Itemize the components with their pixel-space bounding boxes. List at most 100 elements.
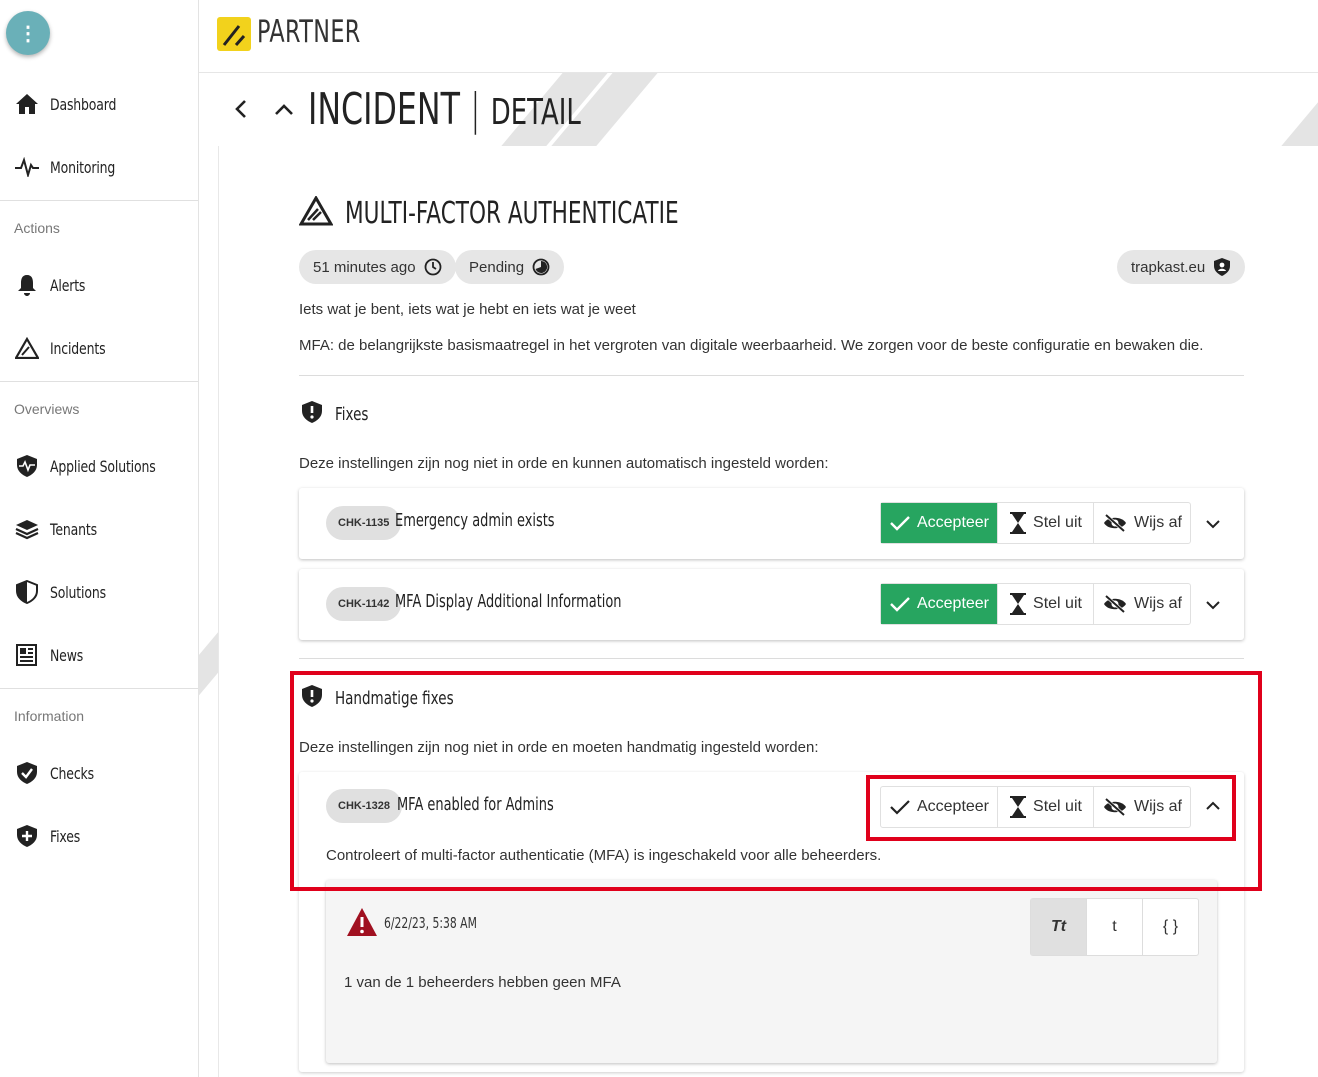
sidebar-item-alerts[interactable]: Alerts	[0, 265, 198, 305]
back-button[interactable]	[230, 94, 252, 124]
view-mode-json[interactable]: { }	[1143, 899, 1198, 955]
incident-description: MFA: de belangrijkste basismaatregel in …	[299, 337, 1204, 354]
page-title-main: INCIDENT	[308, 84, 460, 135]
warning-icon	[346, 907, 378, 942]
reject-button[interactable]: Wijs af	[1094, 584, 1190, 624]
clock-icon	[424, 258, 442, 276]
eye-off-icon	[1102, 513, 1128, 533]
divider	[299, 658, 1244, 659]
section-label-actions: Actions	[14, 220, 60, 236]
check-code-chip: CHK-1142	[326, 587, 402, 621]
layers-icon	[14, 516, 40, 542]
hourglass-icon	[1009, 593, 1027, 615]
expand-chevron[interactable]	[1203, 596, 1223, 616]
fix-title: MFA Display Additional Information	[395, 591, 622, 612]
page-title-separator: |	[470, 84, 481, 135]
time-chip-label: 51 minutes ago	[313, 258, 416, 276]
sidebar-item-label: Incidents	[50, 338, 106, 358]
sidebar-item-label: Solutions	[50, 582, 106, 602]
sidebar-item-dashboard[interactable]: Dashboard	[0, 84, 198, 124]
fixes-title: Fixes	[335, 404, 369, 425]
accept-button[interactable]: Accepteer	[881, 503, 998, 543]
status-chip: Pending	[455, 250, 565, 284]
shield-check-icon	[14, 760, 40, 786]
chevron-down-icon	[1205, 597, 1221, 615]
incident-icon	[14, 335, 40, 361]
fix-action-group: Accepteer Stel uit Wijs af	[880, 583, 1191, 625]
sidebar-item-monitoring[interactable]: Monitoring	[0, 147, 198, 187]
bell-icon	[14, 272, 40, 298]
hourglass-icon	[1009, 512, 1027, 534]
menu-button[interactable]: ⋮	[6, 11, 50, 55]
shield-pulse-icon	[14, 453, 40, 479]
expand-chevron[interactable]	[1203, 515, 1223, 535]
sidebar-divider	[0, 200, 198, 201]
collapse-up-button[interactable]	[272, 96, 296, 124]
page-title: INCIDENT | DETAIL	[308, 84, 581, 135]
sidebar-item-label: Monitoring	[50, 157, 116, 177]
postpone-label: Stel uit	[1033, 595, 1082, 612]
partner-logo-icon	[217, 17, 251, 51]
page-title-sub: DETAIL	[490, 92, 581, 133]
sidebar-item-solutions[interactable]: Solutions	[0, 572, 198, 612]
sidebar-item-label: Checks	[50, 763, 94, 783]
sidebar-item-label: Dashboard	[50, 94, 117, 114]
sidebar-divider	[0, 381, 198, 382]
view-mode-text-plain[interactable]: t	[1087, 899, 1143, 955]
status-chip-label: Pending	[469, 258, 525, 276]
fix-action-group: Accepteer Stel uit Wijs af	[880, 502, 1191, 544]
view-mode-toggle: Tt t { }	[1030, 898, 1199, 956]
shield-plus-icon	[14, 823, 40, 849]
check-icon	[889, 595, 911, 613]
divider	[299, 375, 1244, 376]
shield-user-icon	[1213, 257, 1231, 277]
sidebar-item-label: News	[50, 645, 84, 665]
fixes-section-header: Fixes	[301, 400, 380, 429]
accept-button[interactable]: Accepteer	[881, 584, 998, 624]
tenant-chip-label: trapkast.eu	[1131, 258, 1206, 276]
result-message: 1 van de 1 beheerders hebben geen MFA	[344, 974, 621, 991]
sidebar-divider	[0, 688, 198, 689]
sidebar-item-label: Tenants	[50, 519, 97, 539]
highlight-box-actions	[866, 775, 1236, 841]
sidebar-item-tenants[interactable]: Tenants	[0, 509, 198, 549]
postpone-button[interactable]: Stel uit	[998, 584, 1094, 624]
fix-title: Emergency admin exists	[395, 510, 555, 531]
more-vertical-icon: ⋮	[18, 22, 38, 45]
postpone-label: Stel uit	[1033, 514, 1082, 531]
top-header: PARTNER	[199, 0, 1318, 73]
section-label-overviews: Overviews	[14, 401, 80, 417]
time-chip: 51 minutes ago	[299, 250, 456, 284]
sidebar: ⋮ Dashboard Monitoring Actions Alerts In…	[0, 0, 199, 1077]
sidebar-item-incidents[interactable]: Incidents	[0, 328, 198, 368]
sidebar-item-checks[interactable]: Checks	[0, 753, 198, 793]
home-icon	[14, 91, 40, 117]
newspaper-icon	[14, 642, 40, 668]
reject-button[interactable]: Wijs af	[1094, 503, 1190, 543]
sidebar-item-label: Applied Solutions	[50, 456, 156, 476]
incident-icon	[298, 194, 334, 231]
check-code-chip: CHK-1135	[326, 506, 402, 540]
sidebar-item-applied-solutions[interactable]: Applied Solutions	[0, 446, 198, 486]
shield-alert-icon	[301, 400, 323, 429]
incident-title: MULTI-FACTOR AUTHENTICATIE	[298, 194, 808, 231]
reject-label: Wijs af	[1134, 514, 1182, 531]
accept-label: Accepteer	[916, 595, 990, 612]
sidebar-item-news[interactable]: News	[0, 635, 198, 675]
fixes-intro: Deze instellingen zijn nog niet in orde …	[299, 455, 829, 472]
accept-label: Accepteer	[916, 514, 990, 531]
postpone-button[interactable]: Stel uit	[998, 503, 1094, 543]
sidebar-item-label: Alerts	[50, 275, 86, 295]
sidebar-item-label: Fixes	[50, 826, 81, 846]
pulse-icon	[14, 154, 40, 180]
shield-half-icon	[14, 579, 40, 605]
sidebar-item-fixes[interactable]: Fixes	[0, 816, 198, 856]
logo-text: PARTNER	[257, 14, 361, 50]
check-icon	[889, 514, 911, 532]
incident-tagline: Iets wat je bent, iets wat je hebt en ie…	[299, 301, 636, 318]
incident-title-text: MULTI-FACTOR AUTHENTICATIE	[345, 196, 679, 231]
reject-label: Wijs af	[1134, 595, 1182, 612]
view-mode-text-rich[interactable]: Tt	[1031, 899, 1087, 955]
section-label-information: Information	[14, 708, 85, 724]
chevron-down-icon	[1205, 516, 1221, 534]
